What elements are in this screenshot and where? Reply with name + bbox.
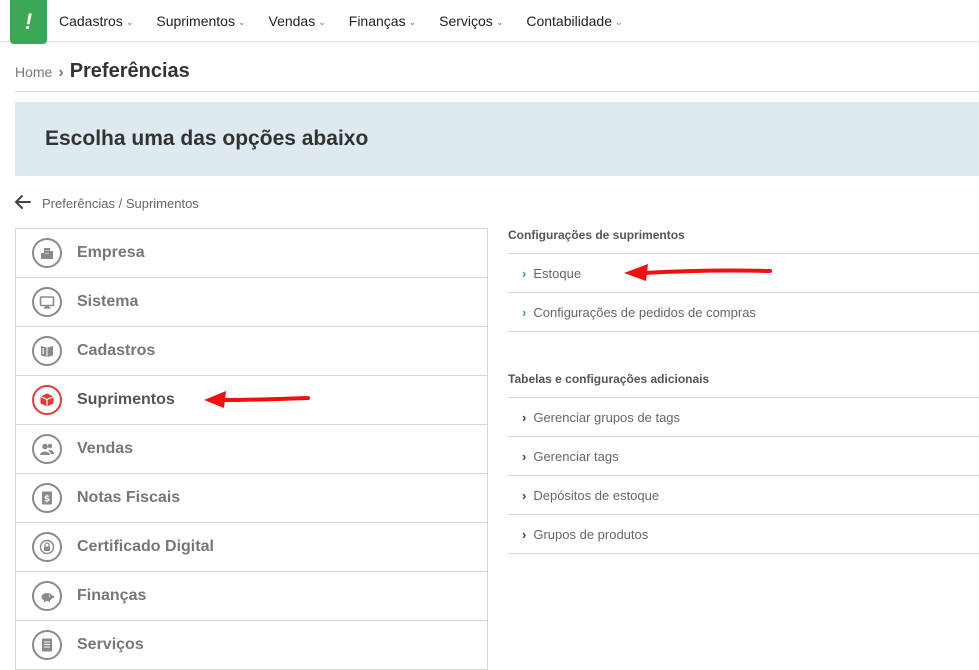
link-label: Configurações de pedidos de compras (533, 304, 756, 320)
chevron-right-icon: › (522, 265, 527, 281)
link-gerenciar-tags[interactable]: › Gerenciar tags (508, 437, 979, 476)
annotation-arrow-icon (624, 264, 772, 281)
book-icon (32, 336, 62, 366)
section-title-tabelas: Tabelas e configurações adicionais (508, 372, 710, 386)
chevron-down-icon: ⌄ (408, 16, 417, 27)
menu-item-label: Empresa (77, 244, 145, 261)
top-navbar: ! Cadastros ⌄ Suprimentos ⌄ Vendas ⌄ Finanç… (0, 0, 979, 44)
users-icon (32, 434, 62, 464)
menu-item-financas[interactable]: Finanças (16, 572, 487, 621)
chevron-right-icon: › (522, 409, 527, 425)
svg-text:$: $ (44, 495, 50, 505)
link-label: Estoque (533, 265, 582, 281)
tabelas-list: › Gerenciar grupos de tags › Gerenciar t… (508, 397, 979, 554)
nav-vendas[interactable]: Vendas ⌄ (269, 13, 326, 29)
chevron-right-icon: › (522, 526, 527, 542)
nav-label: Vendas (268, 13, 316, 29)
menu-item-label: Suprimentos (77, 391, 175, 408)
annotation-arrow-icon (204, 391, 310, 408)
monitor-icon (32, 287, 62, 317)
link-label: Gerenciar grupos de tags (533, 409, 681, 425)
link-config-pedidos-compras[interactable]: › Configurações de pedidos de compras (508, 293, 979, 332)
nav-label: Serviços (439, 13, 493, 29)
back-nav: Preferências / Suprimentos (15, 193, 199, 211)
link-label: Grupos de produtos (533, 526, 649, 542)
menu-item-label: Finanças (77, 587, 147, 604)
chevron-right-icon: › (58, 64, 64, 81)
main-nav: Cadastros ⌄ Suprimentos ⌄ Vendas ⌄ Finanças… (59, 0, 646, 42)
chevron-down-icon: ⌄ (614, 16, 623, 27)
nav-label: Contabilidade (526, 13, 612, 29)
chevron-right-icon: › (522, 304, 527, 320)
nav-label: Suprimentos (156, 13, 235, 29)
nav-financas[interactable]: Finanças ⌄ (349, 13, 416, 29)
menu-item-sistema[interactable]: Sistema (16, 278, 487, 327)
chevron-down-icon: ⌄ (495, 16, 504, 27)
link-grupos-produtos[interactable]: › Grupos de produtos (508, 515, 979, 554)
menu-item-label: Notas Fiscais (77, 489, 181, 506)
nav-label: Finanças (348, 13, 406, 29)
menu-item-certificado-digital[interactable]: Certificado Digital (16, 523, 487, 572)
divider (15, 91, 979, 92)
menu-item-empresa[interactable]: Empresa (16, 229, 487, 278)
menu-item-servicos[interactable]: Serviços (16, 621, 487, 670)
box-icon (32, 385, 62, 415)
menu-item-label: Certificado Digital (77, 538, 214, 555)
menu-item-label: Serviços (77, 636, 144, 653)
banner-title: Escolha uma das opções abaixo (45, 127, 369, 150)
nav-servicos[interactable]: Serviços ⌄ (439, 13, 503, 29)
link-depositos-estoque[interactable]: › Depósitos de estoque (508, 476, 979, 515)
chevron-down-icon: ⌄ (125, 16, 134, 27)
logo-glyph: ! (24, 9, 33, 34)
options-banner: Escolha uma das opções abaixo (15, 102, 979, 176)
building-icon (32, 238, 62, 268)
nav-cadastros[interactable]: Cadastros ⌄ (59, 13, 133, 29)
link-label: Depósitos de estoque (533, 487, 660, 503)
nav-label: Cadastros (59, 13, 123, 29)
section-title-config-suprimentos: Configurações de suprimentos (508, 228, 685, 242)
menu-item-vendas[interactable]: Vendas (16, 425, 487, 474)
nav-suprimentos[interactable]: Suprimentos ⌄ (156, 13, 245, 29)
document-icon (32, 630, 62, 660)
page-title: Preferências (69, 60, 190, 82)
nav-contabilidade[interactable]: Contabilidade ⌄ (526, 13, 622, 29)
back-path-label: Preferências / Suprimentos (42, 196, 199, 211)
chevron-down-icon: ⌄ (318, 16, 326, 27)
breadcrumb: Home › Preferências (15, 60, 190, 83)
lock-icon (32, 532, 62, 562)
chevron-right-icon: › (522, 448, 527, 464)
link-label: Gerenciar tags (533, 448, 619, 464)
menu-item-cadastros[interactable]: Cadastros (16, 327, 487, 376)
preferences-menu: Empresa Sistema Cadastros Suprimentos Ve… (15, 228, 488, 670)
menu-item-label: Vendas (77, 440, 134, 457)
menu-item-notas-fiscais[interactable]: $ Notas Fiscais (16, 474, 487, 523)
receipt-icon: $ (32, 483, 62, 513)
arrow-left-icon[interactable] (15, 194, 31, 210)
piggy-bank-icon (32, 581, 62, 611)
chevron-right-icon: › (522, 487, 527, 503)
menu-item-label: Cadastros (77, 342, 156, 359)
app-logo[interactable]: ! (10, 0, 47, 44)
menu-item-label: Sistema (77, 293, 139, 310)
breadcrumb-home-link[interactable]: Home (15, 64, 52, 80)
chevron-down-icon: ⌄ (237, 16, 246, 27)
link-gerenciar-grupos-tags[interactable]: › Gerenciar grupos de tags (508, 398, 979, 437)
